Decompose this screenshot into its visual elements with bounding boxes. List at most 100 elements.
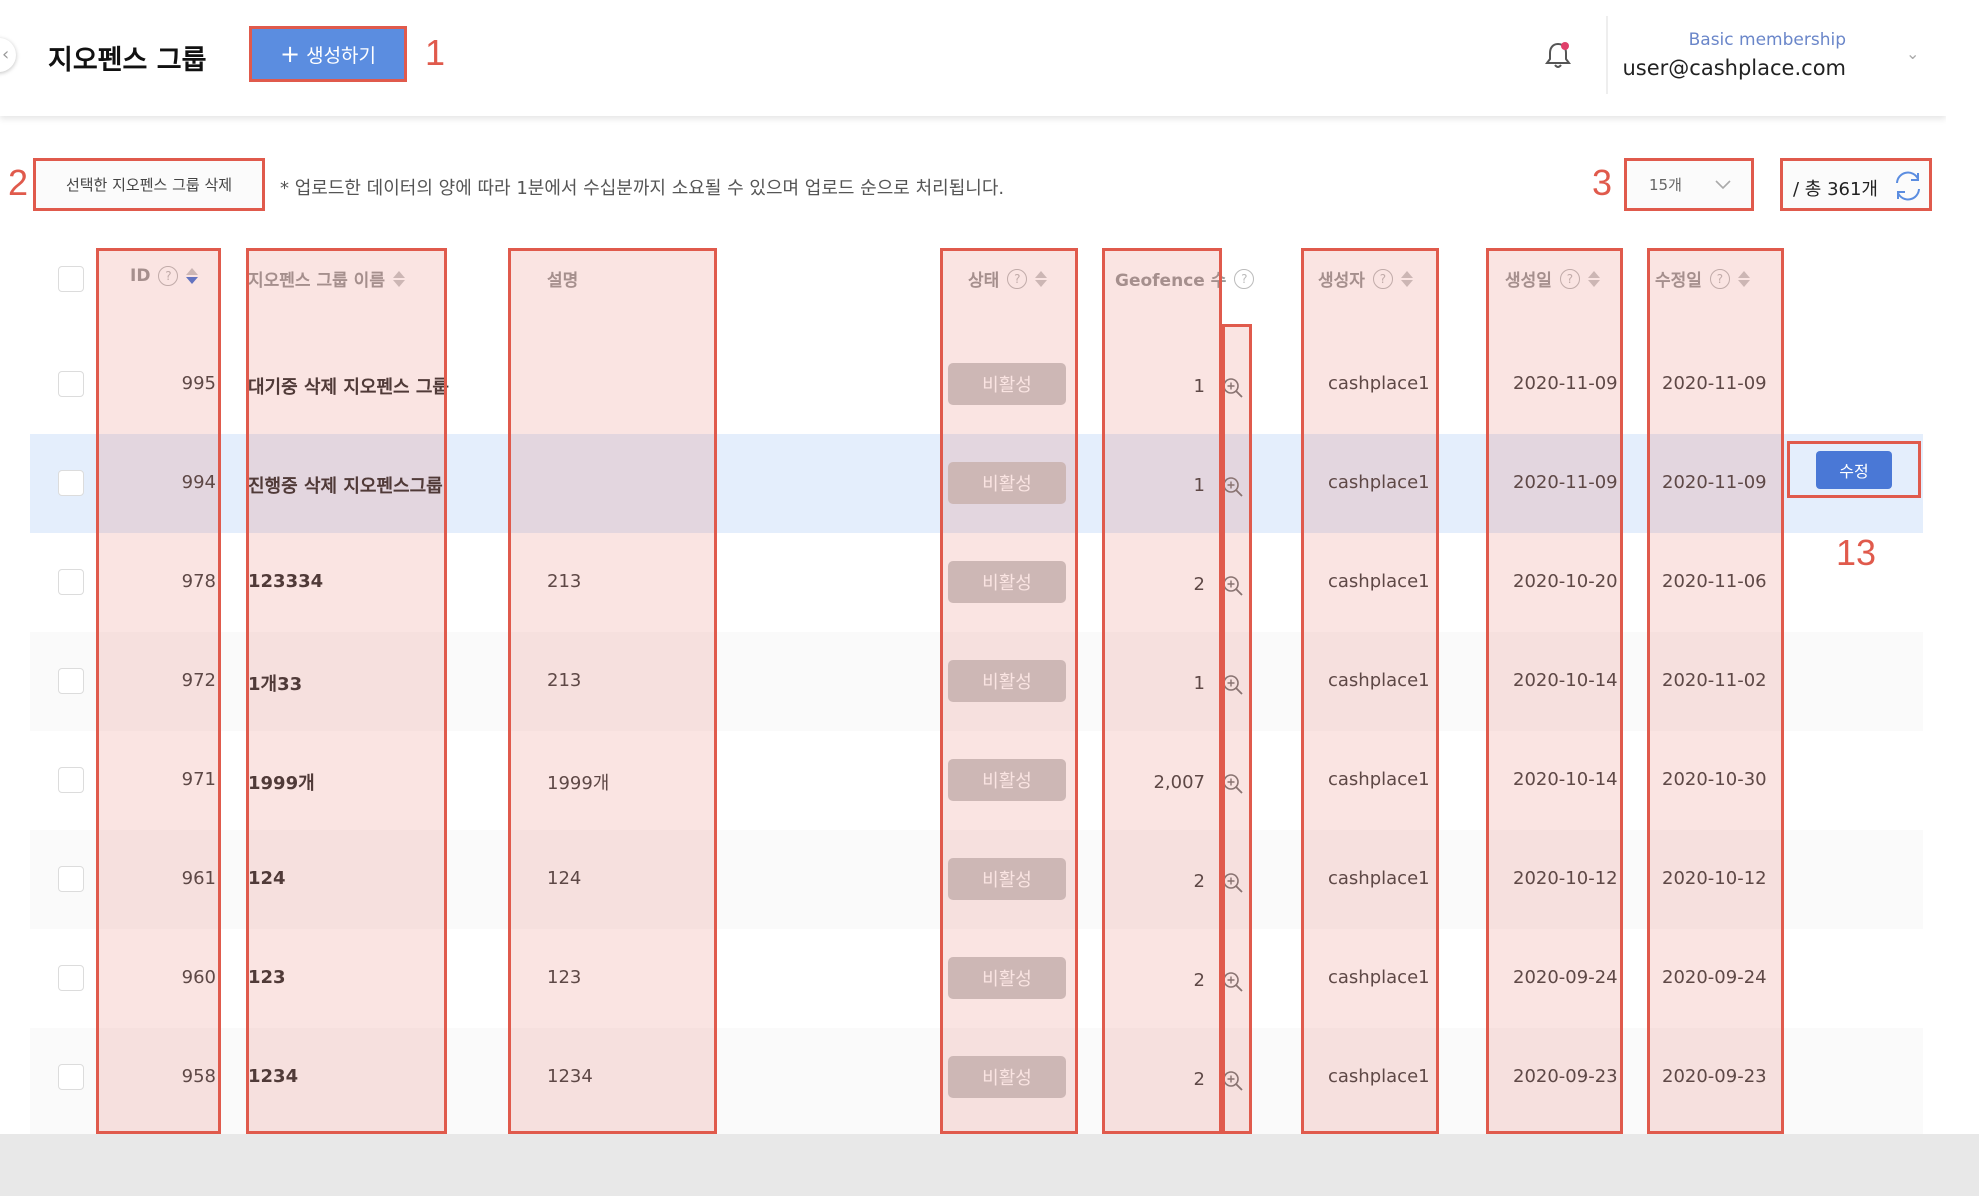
column-header-created[interactable]: 생성일 ?: [1505, 266, 1600, 291]
sort-icon[interactable]: [1400, 270, 1413, 288]
row-geofence-count: 2,007: [1153, 772, 1205, 793]
row-geofence-count: 1: [1193, 673, 1205, 694]
annotation-2: 2: [8, 162, 29, 203]
status-badge[interactable]: 비활성: [948, 957, 1066, 999]
status-badge[interactable]: 비활성: [948, 759, 1066, 801]
status-badge[interactable]: 비활성: [948, 660, 1066, 702]
zoom-in-icon[interactable]: [1222, 773, 1244, 795]
row-creator: cashplace1: [1328, 1066, 1430, 1087]
sidebar-collapse-handle[interactable]: ‹: [0, 38, 16, 72]
row-description: 124: [547, 868, 582, 889]
per-page-value: 15개: [1649, 176, 1682, 194]
status-badge[interactable]: 비활성: [948, 561, 1066, 603]
help-icon[interactable]: ?: [158, 266, 179, 286]
status-badge[interactable]: 비활성: [948, 858, 1066, 900]
column-header-id[interactable]: ID ?: [130, 266, 199, 286]
row-creator: cashplace1: [1328, 670, 1430, 691]
row-geofence-count: 1: [1193, 475, 1205, 496]
table-row: 994 진행중 삭제 지오펜스그룹 비활성 1 cashplace1 2020-11-09…: [30, 434, 1923, 533]
annotation-3: 3: [1592, 162, 1613, 203]
zoom-in-icon[interactable]: [1222, 476, 1244, 498]
select-all-checkbox[interactable]: [58, 266, 84, 292]
total-count: / 총 361개: [1793, 179, 1878, 200]
help-icon[interactable]: ?: [1709, 268, 1730, 289]
row-checkbox[interactable]: [58, 1064, 84, 1090]
table-header-row: ID ? 지오펜스 그룹 이름 설명 상태 ? Geofence 수 ? 생성자…: [30, 236, 1923, 335]
help-icon[interactable]: ?: [1372, 268, 1393, 289]
edit-button-label: 수정: [1816, 450, 1892, 489]
sort-icon[interactable]: [186, 267, 199, 285]
row-checkbox[interactable]: [58, 767, 84, 793]
column-header-status-label: 상태: [968, 271, 1000, 291]
row-name[interactable]: 1개33: [248, 670, 302, 696]
zoom-in-icon[interactable]: [1222, 1070, 1244, 1092]
row-checkbox[interactable]: [58, 866, 84, 892]
app-window: ‹ 지오펜스 그룹 + 생성하기 Basic membership user@c…: [0, 0, 1970, 1189]
sort-icon[interactable]: [1737, 270, 1750, 288]
row-description: 213: [547, 571, 582, 592]
row-name[interactable]: 1999개: [248, 769, 315, 795]
row-geofence-count: 2: [1193, 574, 1205, 595]
refresh-icon[interactable]: [1891, 169, 1925, 203]
row-name[interactable]: 123334: [248, 571, 323, 592]
edit-button[interactable]: 수정: [1787, 441, 1921, 498]
create-button-label: 생성하기: [306, 44, 377, 67]
help-icon[interactable]: ?: [1559, 268, 1580, 289]
row-geofence-count: 2: [1193, 970, 1205, 991]
zoom-in-icon[interactable]: [1222, 971, 1244, 993]
page-title: 지오펜스 그룹: [48, 45, 207, 76]
chevron-down-icon[interactable]: ⌄: [1906, 44, 1919, 63]
column-header-name[interactable]: 지오펜스 그룹 이름: [248, 266, 405, 291]
row-created-date: 2020-11-09: [1513, 472, 1618, 493]
sort-icon[interactable]: [1587, 270, 1600, 288]
row-created-date: 2020-10-12: [1513, 868, 1618, 889]
table-row: 995 대기중 삭제 지오펜스 그룹 비활성 1 cashplace1 2020-11-0…: [30, 335, 1923, 434]
row-name[interactable]: 124: [248, 868, 286, 889]
column-header-creator[interactable]: 생성자 ?: [1318, 266, 1413, 291]
row-checkbox[interactable]: [58, 569, 84, 595]
row-checkbox[interactable]: [58, 470, 84, 496]
row-description: 1234: [547, 1066, 593, 1087]
zoom-in-icon[interactable]: [1222, 575, 1244, 597]
column-header-count: Geofence 수 ?: [1115, 266, 1255, 291]
row-id: 994: [181, 472, 216, 493]
column-header-updated[interactable]: 수정일 ?: [1655, 266, 1750, 291]
zoom-in-icon[interactable]: [1222, 872, 1244, 894]
row-checkbox[interactable]: [58, 371, 84, 397]
row-id: 961: [181, 868, 216, 889]
table-row: 972 1개33 213 비활성 1 cashplace1 2020-10-14 2020-1…: [30, 632, 1923, 731]
row-id: 960: [181, 967, 216, 988]
column-header-status[interactable]: 상태 ?: [968, 266, 1048, 291]
row-creator: cashplace1: [1328, 769, 1430, 790]
chevron-down-icon: [1715, 179, 1731, 189]
row-name[interactable]: 123: [248, 967, 286, 988]
user-email[interactable]: user@cashplace.com: [1623, 56, 1847, 80]
create-button[interactable]: + 생성하기: [249, 26, 407, 82]
row-updated-date: 2020-09-23: [1662, 1066, 1767, 1087]
status-badge[interactable]: 비활성: [948, 363, 1066, 405]
header-divider: [1606, 16, 1608, 94]
row-name[interactable]: 대기중 삭제 지오펜스 그룹: [248, 373, 449, 399]
sort-icon[interactable]: [1035, 270, 1048, 288]
row-updated-date: 2020-10-30: [1662, 769, 1767, 790]
row-name[interactable]: 진행중 삭제 지오펜스그룹: [248, 472, 443, 498]
zoom-in-icon[interactable]: [1222, 377, 1244, 399]
column-header-updated-label: 수정일: [1655, 271, 1702, 291]
sort-icon[interactable]: [392, 270, 405, 288]
help-icon[interactable]: ?: [1007, 268, 1028, 289]
bell-icon[interactable]: [1544, 40, 1572, 70]
upload-notice: * 업로드한 데이터의 양에 따라 1분에서 수십분까지 소요될 수 있으며 업…: [280, 178, 1005, 199]
table-row: 960 123 123 비활성 2 cashplace1 2020-09-24 2020-09…: [30, 929, 1923, 1028]
row-checkbox[interactable]: [58, 965, 84, 991]
row-description: 1999개: [547, 773, 610, 794]
help-icon[interactable]: ?: [1234, 268, 1255, 289]
row-name[interactable]: 1234: [248, 1066, 298, 1087]
column-header-id-label: ID: [130, 266, 151, 286]
delete-selected-button[interactable]: 선택한 지오펜스 그룹 삭제: [33, 158, 265, 211]
row-id: 958: [181, 1066, 216, 1087]
status-badge[interactable]: 비활성: [948, 1056, 1066, 1098]
zoom-in-icon[interactable]: [1222, 674, 1244, 696]
per-page-select[interactable]: 15개: [1624, 158, 1754, 211]
row-checkbox[interactable]: [58, 668, 84, 694]
status-badge[interactable]: 비활성: [948, 462, 1066, 504]
